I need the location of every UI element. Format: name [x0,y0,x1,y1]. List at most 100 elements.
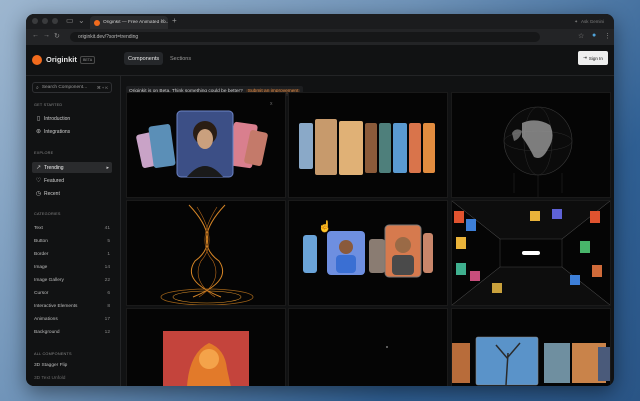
recent-icon: ◷ [35,191,42,197]
all-component-item[interactable]: 3D Stagger Flip [34,363,67,368]
category-count: 1 [107,251,110,257]
sidebar-item-label: Recent [44,190,60,197]
book-icon: ▯ [36,116,41,122]
avatar-stack-preview [303,224,433,278]
more-menu-icon[interactable]: ⋮ [604,32,611,40]
category-count: 5 [107,238,110,244]
component-card-3d-tunnel[interactable] [451,200,611,306]
category-label: Cursor [34,290,49,296]
category-item[interactable]: Cursor 6 [34,288,110,298]
ask-gemini-label: Ask Gemini [580,19,604,24]
category-item[interactable]: Background 12 [34,327,110,337]
trending-icon: ↗ [35,165,42,171]
sidebar-item-label: Trending [44,164,64,171]
category-item[interactable]: Interactive Elements 8 [34,301,110,311]
photo-gallery-preview [452,336,610,386]
category-label: Button [34,238,48,244]
maximize-window-button[interactable] [52,18,58,24]
tab-components[interactable]: Components [124,52,164,65]
category-label: Interactive Elements [34,303,78,309]
component-card-avatar-stack[interactable] [288,200,448,306]
profile-icon[interactable]: ● [592,32,596,39]
component-card-twisted-wire[interactable] [126,200,286,306]
bookmark-star-icon[interactable]: ☆ [578,32,584,40]
browser-window: ▭ ⌄ Originkit — Free Animated co... ✕ + … [26,14,614,386]
window-controls [32,18,58,24]
close-window-button[interactable] [32,18,38,24]
dot-globe-preview [503,106,573,197]
site-header: Originkit BETA Components Sections ⇥ Sig… [26,45,614,76]
category-item[interactable]: Border 1 [34,249,110,259]
originkit-favicon-icon [94,19,100,26]
sidebar-item-recent[interactable]: ◷ Recent [32,188,112,199]
sidebar: ⌕ Search Component... ⌘ + K GET STARTED … [26,76,121,386]
search-placeholder: Search Component... [41,85,88,90]
all-component-item[interactable]: 3D Text Unfold [34,376,65,381]
sign-in-button[interactable]: ⇥ Sign In [578,51,608,65]
category-label: Animations [34,316,58,322]
brand-name[interactable]: Originkit [46,55,77,64]
forward-icon[interactable]: → [43,32,50,39]
reload-icon[interactable]: ↻ [54,32,60,40]
category-item[interactable]: Text 41 [34,223,110,233]
address-bar-row: ← → ↻ originkit.dev/?sort=trending ☆ ● ⋮ [26,29,614,45]
component-card-photo-strips[interactable] [288,92,448,198]
search-input[interactable]: ⌕ Search Component... ⌘ + K [32,82,112,93]
url-text: originkit.dev/?sort=trending [78,34,139,40]
photo-strips-preview [299,119,435,175]
sidebar-item-featured[interactable]: ♡ Featured [32,175,112,186]
login-icon: ⇥ [583,55,587,60]
tab-sections[interactable]: Sections [166,52,195,65]
sidebar-toggle-icon[interactable]: ▭ [66,16,74,25]
svg-text:x: x [270,101,273,107]
new-tab-icon[interactable]: + [172,16,177,25]
tab-title: Originkit — Free Animated co... [103,20,168,25]
beta-badge: BETA [80,56,96,64]
category-count: 8 [107,303,110,309]
sign-in-label: Sign In [588,55,603,61]
sidebar-item-integrations[interactable]: ⊛ Integrations [32,126,112,137]
minimize-window-button[interactable] [42,18,48,24]
category-label: Image [34,264,48,270]
search-icon: ⌕ [36,84,39,91]
browser-tab[interactable]: Originkit — Free Animated co... ✕ [90,16,168,29]
category-label: Text [34,225,43,231]
tab-bar: ▭ ⌄ Originkit — Free Animated co... ✕ + … [26,14,614,29]
dark-canvas-preview [386,346,388,348]
categories-header: CATEGORIES [34,212,61,216]
component-card-portrait-carousel[interactable]: x [126,92,286,198]
search-shortcut: ⌘ + K [96,85,108,90]
mouse-pointer-icon: ☝ [318,221,332,233]
category-label: Image Gallery [34,277,64,283]
tunnel-preview [452,201,610,305]
url-field[interactable]: originkit.dev/?sort=trending [70,32,540,42]
back-icon[interactable]: ← [32,32,39,39]
component-card-dot-globe[interactable] [451,92,611,198]
sidebar-item-label: Featured [44,177,65,184]
sidebar-item-label: Introduction [44,115,71,122]
component-card-photo-gallery[interactable] [451,308,611,386]
originkit-logo-icon[interactable] [32,55,42,65]
portrait-highlight-preview [163,331,249,386]
category-label: Border [34,251,49,257]
ask-gemini-button[interactable]: ✦ Ask Gemini [570,16,608,27]
category-item[interactable]: Image Gallery 22 [34,275,110,285]
component-card-dark-canvas[interactable] [288,308,448,386]
explore-header: EXPLORE [34,151,54,155]
sparkle-icon: ✦ [574,18,578,24]
category-item[interactable]: Image 14 [34,262,110,272]
integrations-icon: ⊛ [35,129,42,135]
sidebar-item-introduction[interactable]: ▯ Introduction [32,113,112,124]
component-card-portrait-highlight[interactable] [126,308,286,386]
category-item[interactable]: Button 5 [34,236,110,246]
category-count: 22 [104,277,110,283]
category-count: 17 [104,316,110,322]
category-item[interactable]: Animations 17 [34,314,110,324]
chevron-down-icon[interactable]: ⌄ [78,16,85,25]
category-count: 12 [104,329,110,335]
get-started-header: GET STARTED [34,103,63,107]
portrait-carousel-preview: x [136,101,273,178]
close-tab-icon[interactable]: ✕ [160,18,165,25]
category-label: Background [34,329,60,335]
sidebar-item-trending[interactable]: ↗ Trending ▸ [32,162,112,173]
